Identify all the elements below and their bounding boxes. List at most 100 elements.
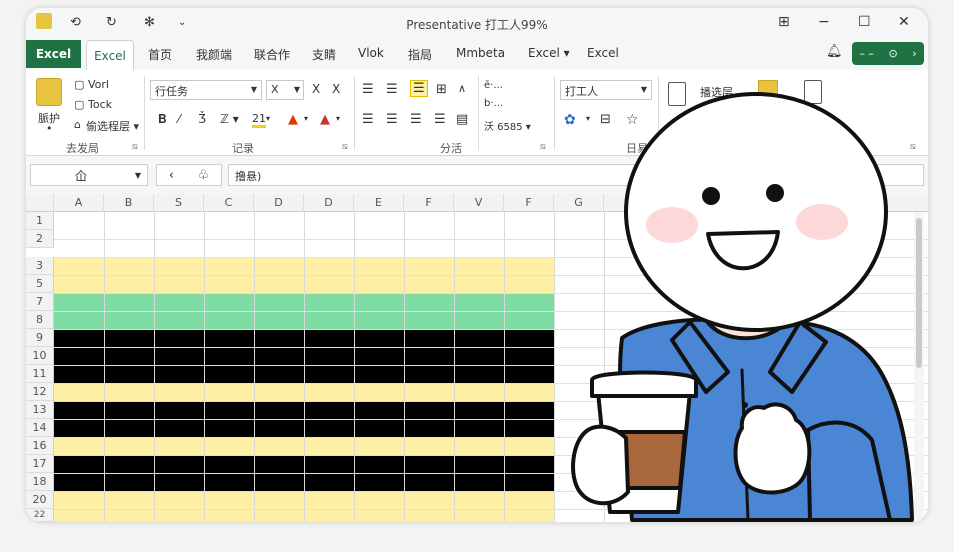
- bold-icon[interactable]: 𝐁: [158, 112, 166, 127]
- column-header[interactable]: E: [354, 194, 404, 212]
- column-header[interactable]: D: [254, 194, 304, 212]
- font-size-dropdown[interactable]: X ▼: [266, 80, 304, 100]
- copy-icon[interactable]: ▢: [74, 78, 84, 91]
- row-header[interactable]: 9: [26, 329, 54, 347]
- maximize-icon[interactable]: ☐: [858, 14, 871, 30]
- align-bottom-icon[interactable]: ☰: [410, 80, 428, 97]
- formula-input[interactable]: 撸悬): [228, 164, 924, 186]
- scrollbar-thumb[interactable]: [916, 218, 922, 368]
- align-option-a[interactable]: ē·...: [484, 80, 503, 91]
- italic-icon[interactable]: ⁄: [178, 112, 180, 126]
- column-header[interactable]: S: [154, 194, 204, 212]
- style-dropdown[interactable]: 打工人 ▼: [560, 80, 652, 100]
- row-header[interactable]: 7: [26, 293, 54, 311]
- tab-file[interactable]: Excel: [26, 40, 81, 68]
- align-top-icon[interactable]: ☰: [362, 82, 374, 97]
- row-header[interactable]: 16: [26, 437, 54, 455]
- decrease-font-icon[interactable]: X: [332, 82, 340, 96]
- tab-item[interactable]: Vlok: [358, 46, 384, 60]
- justify-icon[interactable]: ☰: [434, 112, 446, 127]
- align-option-b[interactable]: b·...: [484, 98, 503, 109]
- share-clock-icon[interactable]: ⊙: [888, 47, 897, 60]
- style-icon[interactable]: ✿: [564, 112, 576, 128]
- select-all-corner[interactable]: [26, 194, 54, 212]
- paste-dropdown-icon[interactable]: •: [46, 122, 53, 135]
- spreadsheet-grid[interactable]: A B S C D D E F V F G 1 2 3 5 7 8 9 10 1…: [26, 194, 928, 522]
- highlight-icon[interactable]: ▲: [320, 112, 330, 127]
- align-left-icon[interactable]: ☰: [362, 112, 374, 127]
- tab-item[interactable]: Mmbeta: [456, 46, 505, 60]
- cut-label[interactable]: Tock: [88, 98, 112, 111]
- format-painter-label[interactable]: 偷选程层 ▾: [86, 118, 139, 134]
- column-header[interactable]: F: [404, 194, 454, 212]
- cut-icon[interactable]: ▢: [74, 98, 84, 111]
- bell-icon[interactable]: 🔔︎: [826, 44, 843, 59]
- row-header[interactable]: 2: [26, 230, 54, 248]
- align-center-icon[interactable]: ☰: [386, 112, 398, 127]
- column-header[interactable]: F: [504, 194, 554, 212]
- dialog-launcher-icon[interactable]: ⧅: [342, 142, 348, 152]
- ribbon-display-icon[interactable]: ⊞: [778, 14, 790, 30]
- column-header[interactable]: V: [454, 194, 504, 212]
- chevron-down-icon[interactable]: ▾: [336, 114, 340, 123]
- conditional-format-icon[interactable]: ⊟: [600, 112, 611, 127]
- dialog-launcher-icon[interactable]: ⧅: [540, 142, 546, 152]
- chevron-down-icon[interactable]: ▾: [304, 114, 308, 123]
- row-header[interactable]: 10: [26, 347, 54, 365]
- orientation-icon[interactable]: ⊞: [436, 82, 447, 97]
- tab-item[interactable]: Excel ▾: [528, 46, 570, 60]
- folder-icon[interactable]: [758, 80, 778, 104]
- chevron-left-icon[interactable]: ‹: [169, 168, 174, 183]
- minimize-icon[interactable]: −: [818, 14, 830, 30]
- row-header[interactable]: 12: [26, 383, 54, 401]
- template-icon[interactable]: [668, 82, 686, 106]
- column-header[interactable]: A: [54, 194, 104, 212]
- tab-item[interactable]: 我颜端: [196, 46, 232, 63]
- tab-item[interactable]: 支睛: [312, 46, 336, 63]
- tab-item[interactable]: 指局: [408, 46, 432, 63]
- row-header[interactable]: 20: [26, 491, 54, 509]
- dialog-launcher-icon[interactable]: ⧅: [910, 142, 916, 152]
- function-icon[interactable]: ♧: [198, 168, 210, 183]
- wrap-icon[interactable]: ▤: [456, 112, 468, 127]
- vertical-scrollbar[interactable]: [914, 212, 924, 520]
- format-painter-icon[interactable]: ⌂: [74, 118, 81, 131]
- column-header[interactable]: D: [304, 194, 354, 212]
- border-icon[interactable]: ℤ ▾: [220, 112, 239, 126]
- name-box[interactable]: 仚 ▼: [30, 164, 148, 186]
- paste-icon[interactable]: [36, 78, 62, 106]
- tab-item[interactable]: Excel: [587, 46, 619, 60]
- row-header[interactable]: 11: [26, 365, 54, 383]
- row-header[interactable]: 3: [26, 257, 54, 275]
- row-header[interactable]: 8: [26, 311, 54, 329]
- row-header[interactable]: 17: [26, 455, 54, 473]
- copy-label[interactable]: Vorl: [88, 78, 109, 91]
- row-header[interactable]: 1: [26, 212, 54, 230]
- align-middle-icon[interactable]: ☰: [386, 82, 398, 97]
- row-header[interactable]: 5: [26, 275, 54, 293]
- star-icon[interactable]: ☆: [626, 112, 639, 128]
- share-dash-icon[interactable]: – –: [859, 47, 874, 60]
- font-color-icon[interactable]: ▲: [288, 112, 298, 127]
- share-group[interactable]: – – ⊙ ›: [852, 42, 924, 65]
- chevron-up-icon[interactable]: ∧: [458, 82, 466, 95]
- underline-icon[interactable]: Ǯ: [198, 112, 206, 126]
- row-header[interactable]: 14: [26, 419, 54, 437]
- increase-font-icon[interactable]: X: [312, 82, 320, 96]
- column-header[interactable]: G: [554, 194, 604, 212]
- align-right-icon[interactable]: ☰: [410, 112, 422, 127]
- close-icon[interactable]: ✕: [898, 14, 910, 30]
- tab-item[interactable]: 联合作: [254, 46, 290, 63]
- fill-color-icon[interactable]: 21: [252, 112, 266, 128]
- clipboard-icon[interactable]: [804, 80, 822, 104]
- dialog-launcher-icon[interactable]: ⧅: [132, 142, 138, 152]
- chevron-right-icon[interactable]: ›: [912, 47, 916, 60]
- template-label[interactable]: 播选层: [700, 84, 733, 100]
- column-header[interactable]: B: [104, 194, 154, 212]
- font-name-dropdown[interactable]: 行任务 ▼: [150, 80, 262, 100]
- merge-dropdown[interactable]: 沃 6585 ▾: [484, 118, 531, 133]
- chevron-down-icon[interactable]: ▾: [586, 114, 590, 123]
- tab-item[interactable]: 首页: [148, 46, 172, 63]
- chevron-down-icon[interactable]: ▾: [266, 114, 270, 123]
- row-header[interactable]: 22: [26, 509, 54, 522]
